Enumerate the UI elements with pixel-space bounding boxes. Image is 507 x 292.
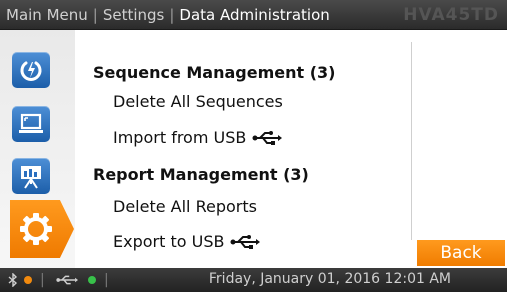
power-icon xyxy=(20,61,42,81)
report-management-heading: Report Management (3) xyxy=(93,165,309,184)
main-panel: Sequence Management (3) Delete All Seque… xyxy=(75,30,412,268)
usb-status-dot xyxy=(88,276,96,284)
sequence-management-heading: Sequence Management (3) xyxy=(93,63,336,82)
presentation-icon xyxy=(21,166,41,189)
delete-all-sequences-item[interactable]: Delete All Sequences xyxy=(113,92,283,111)
status-separator: | xyxy=(104,272,109,288)
import-from-usb-item[interactable]: Import from USB xyxy=(113,128,283,147)
breadcrumb-data-administration: Data Administration xyxy=(179,6,330,24)
sidebar-item-power[interactable] xyxy=(12,52,50,88)
bluetooth-icon xyxy=(8,273,18,287)
usb-icon xyxy=(230,234,261,249)
delete-all-sequences-label: Delete All Sequences xyxy=(113,92,283,111)
back-button[interactable]: Back xyxy=(417,240,505,266)
usb-icon xyxy=(252,130,283,145)
breadcrumb-main-menu[interactable]: Main Menu xyxy=(6,6,88,24)
breadcrumb-separator: | xyxy=(92,6,98,24)
breadcrumb-settings[interactable]: Settings xyxy=(103,6,165,24)
breadcrumb-separator: | xyxy=(169,6,175,24)
usb-status: | xyxy=(56,268,109,292)
datetime: Friday, January 01, 2016 12:01 AM xyxy=(208,271,451,287)
export-to-usb-label: Export to USB xyxy=(113,232,225,251)
status-bar: | | Friday, January 01, 2016 12:01 AM xyxy=(0,268,507,292)
usb-icon xyxy=(56,275,78,285)
import-from-usb-label: Import from USB xyxy=(113,128,247,147)
laptop-icon xyxy=(19,113,43,133)
sidebar-item-settings[interactable] xyxy=(10,200,74,258)
model-label: HVA45TD xyxy=(403,5,499,25)
panel-divider xyxy=(411,42,412,240)
sidebar-item-laptop[interactable] xyxy=(12,106,50,142)
sidebar-item-presentation[interactable] xyxy=(12,158,50,194)
title-bar: Main Menu | Settings | Data Administration H… xyxy=(0,0,507,30)
status-separator: | xyxy=(40,272,45,288)
bluetooth-status: | xyxy=(8,268,45,292)
breadcrumb: Main Menu | Settings | Data Administration xyxy=(6,6,330,26)
sidebar xyxy=(0,30,75,268)
delete-all-reports-label: Delete All Reports xyxy=(113,197,257,216)
gear-icon xyxy=(20,213,52,245)
export-to-usb-item[interactable]: Export to USB xyxy=(113,232,261,251)
delete-all-reports-item[interactable]: Delete All Reports xyxy=(113,197,257,216)
bluetooth-status-dot xyxy=(24,276,32,284)
